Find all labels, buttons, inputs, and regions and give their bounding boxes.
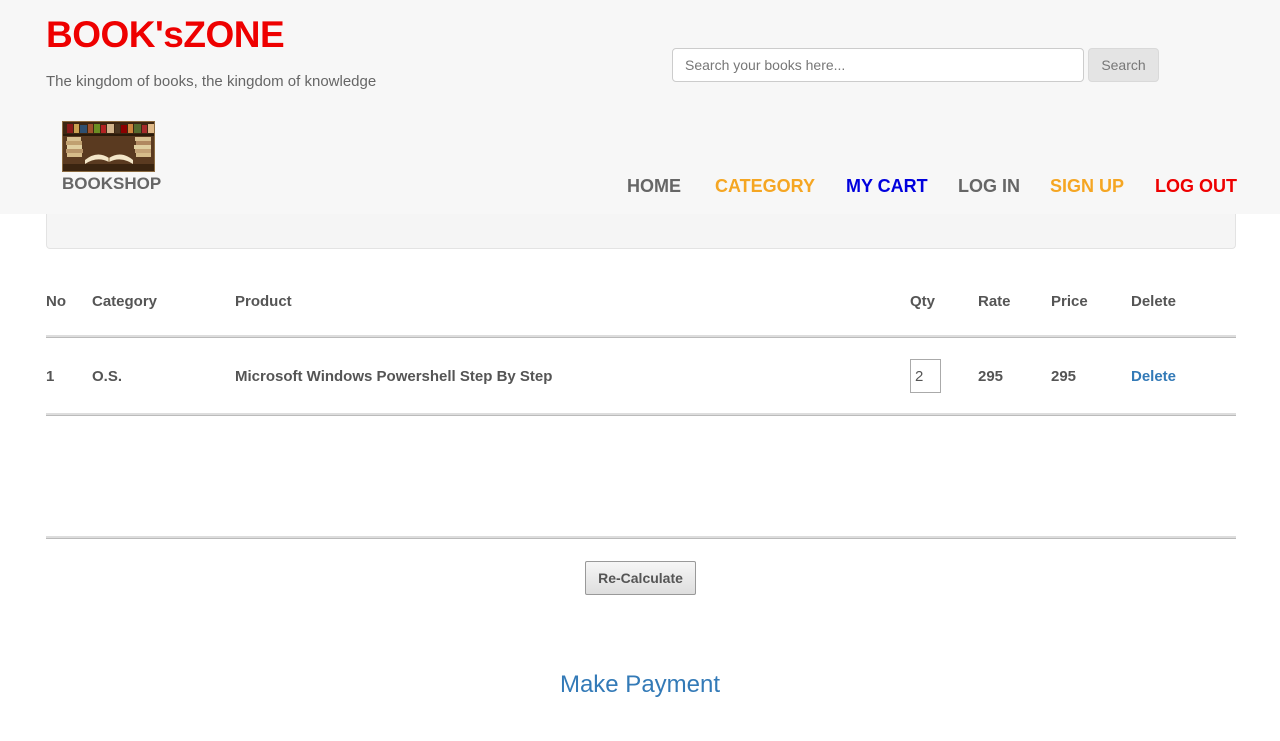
cell-no: 1 — [46, 368, 55, 385]
search-input[interactable] — [672, 48, 1084, 82]
nav-log-in[interactable]: LOG IN — [958, 176, 1020, 197]
header-product: Product — [235, 293, 292, 310]
nav-category[interactable]: CATEGORY — [715, 176, 815, 197]
logo-label: BOOKSHOP — [62, 174, 162, 193]
cell-category: O.S. — [92, 368, 123, 385]
brand-title[interactable]: BOOK'sZONE — [46, 14, 285, 56]
make-payment-link[interactable]: Make Payment — [0, 671, 1280, 699]
tagline: The kingdom of books, the kingdom of kno… — [46, 73, 377, 90]
table-divider — [46, 413, 1236, 416]
nav-sign-up[interactable]: SIGN UP — [1050, 176, 1124, 197]
bookshelf-image-icon[interactable] — [62, 121, 155, 172]
header-category: Category — [92, 293, 158, 310]
content-well — [46, 214, 1236, 249]
nav-my-cart[interactable]: MY CART — [846, 176, 928, 197]
table-divider — [46, 536, 1236, 539]
header-delete: Delete — [1131, 293, 1177, 310]
header-price: Price — [1051, 293, 1088, 310]
table-divider — [46, 335, 1236, 338]
search-button[interactable]: Search — [1088, 48, 1159, 82]
cell-rate: 295 — [978, 368, 1004, 385]
nav-log-out[interactable]: LOG OUT — [1155, 176, 1237, 197]
recalculate-button[interactable]: Re-Calculate — [585, 561, 696, 595]
nav-home[interactable]: HOME — [627, 176, 681, 197]
header-qty: Qty — [910, 293, 936, 310]
header-no: No — [46, 293, 66, 310]
cell-product: Microsoft Windows Powershell Step By Ste… — [235, 368, 553, 385]
qty-input[interactable] — [910, 359, 941, 393]
delete-link[interactable]: Delete — [1131, 368, 1176, 385]
site-header: BOOK'sZONE The kingdom of books, the kin… — [0, 0, 1280, 214]
header-rate: Rate — [978, 293, 1011, 310]
cell-price: 295 — [1051, 368, 1077, 385]
